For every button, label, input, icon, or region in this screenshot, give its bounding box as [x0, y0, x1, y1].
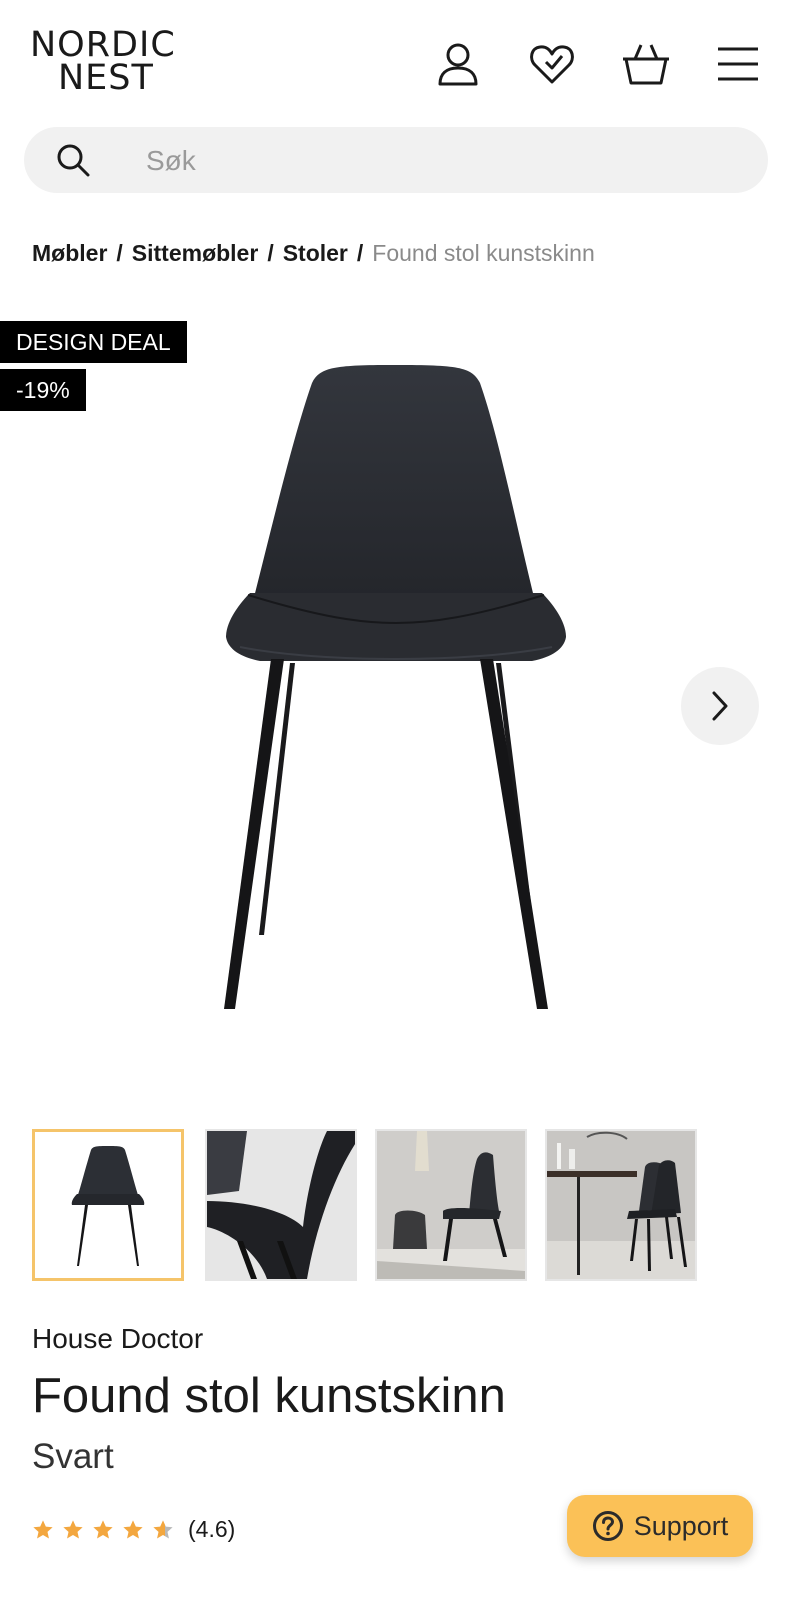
- breadcrumb-separator: /: [116, 240, 123, 266]
- rating-value: (4.6): [188, 1516, 236, 1542]
- breadcrumb-item-stoler[interactable]: Stoler: [283, 240, 348, 266]
- star-icon: [63, 1519, 83, 1539]
- basket-icon[interactable]: [620, 38, 672, 90]
- breadcrumb-item-sittemobler[interactable]: Sittemøbler: [132, 240, 259, 266]
- thumbnail-3[interactable]: [375, 1129, 527, 1281]
- product-title: Found stol kunstskinn: [32, 1369, 506, 1423]
- support-label: Support: [633, 1510, 729, 1541]
- search-icon[interactable]: [56, 143, 90, 177]
- star-half-icon: [153, 1519, 173, 1539]
- product-main-image[interactable]: [200, 345, 592, 1095]
- question-circle-icon: [592, 1511, 623, 1541]
- site-header: NORDIC NEST: [0, 0, 792, 120]
- next-image-button[interactable]: [681, 667, 759, 745]
- breadcrumb: Møbler / Sittemøbler / Stoler / Found stol kun…: [32, 240, 595, 267]
- logo-line-2: NEST: [58, 58, 154, 98]
- thumbnail-4[interactable]: [545, 1129, 697, 1281]
- search-input[interactable]: [144, 137, 728, 185]
- design-deal-badge: DESIGN DEAL: [0, 321, 187, 363]
- heart-icon[interactable]: [526, 38, 578, 90]
- star-icon: [93, 1519, 113, 1539]
- support-button[interactable]: Support: [567, 1495, 753, 1557]
- star-icon: [33, 1519, 53, 1539]
- discount-badge: -19%: [0, 369, 86, 411]
- product-brand[interactable]: House Doctor: [32, 1323, 203, 1355]
- user-icon[interactable]: [432, 38, 484, 90]
- rating-stars: [32, 1519, 174, 1541]
- product-rating[interactable]: (4.6): [32, 1516, 235, 1543]
- thumbnail-2[interactable]: [205, 1129, 357, 1281]
- nordic-nest-logo[interactable]: NORDIC NEST: [30, 28, 190, 98]
- search-bar: [24, 127, 768, 193]
- thumbnail-1[interactable]: [32, 1129, 184, 1281]
- breadcrumb-separator: /: [267, 240, 274, 266]
- breadcrumb-separator: /: [356, 240, 364, 266]
- chevron-right-icon: [712, 691, 728, 721]
- breadcrumb-item-mobler[interactable]: Møbler: [32, 240, 107, 266]
- product-variant: Svart: [32, 1437, 114, 1476]
- menu-icon[interactable]: [712, 38, 764, 90]
- star-icon: [123, 1519, 143, 1539]
- breadcrumb-current: Found stol kunstskinn: [372, 240, 595, 266]
